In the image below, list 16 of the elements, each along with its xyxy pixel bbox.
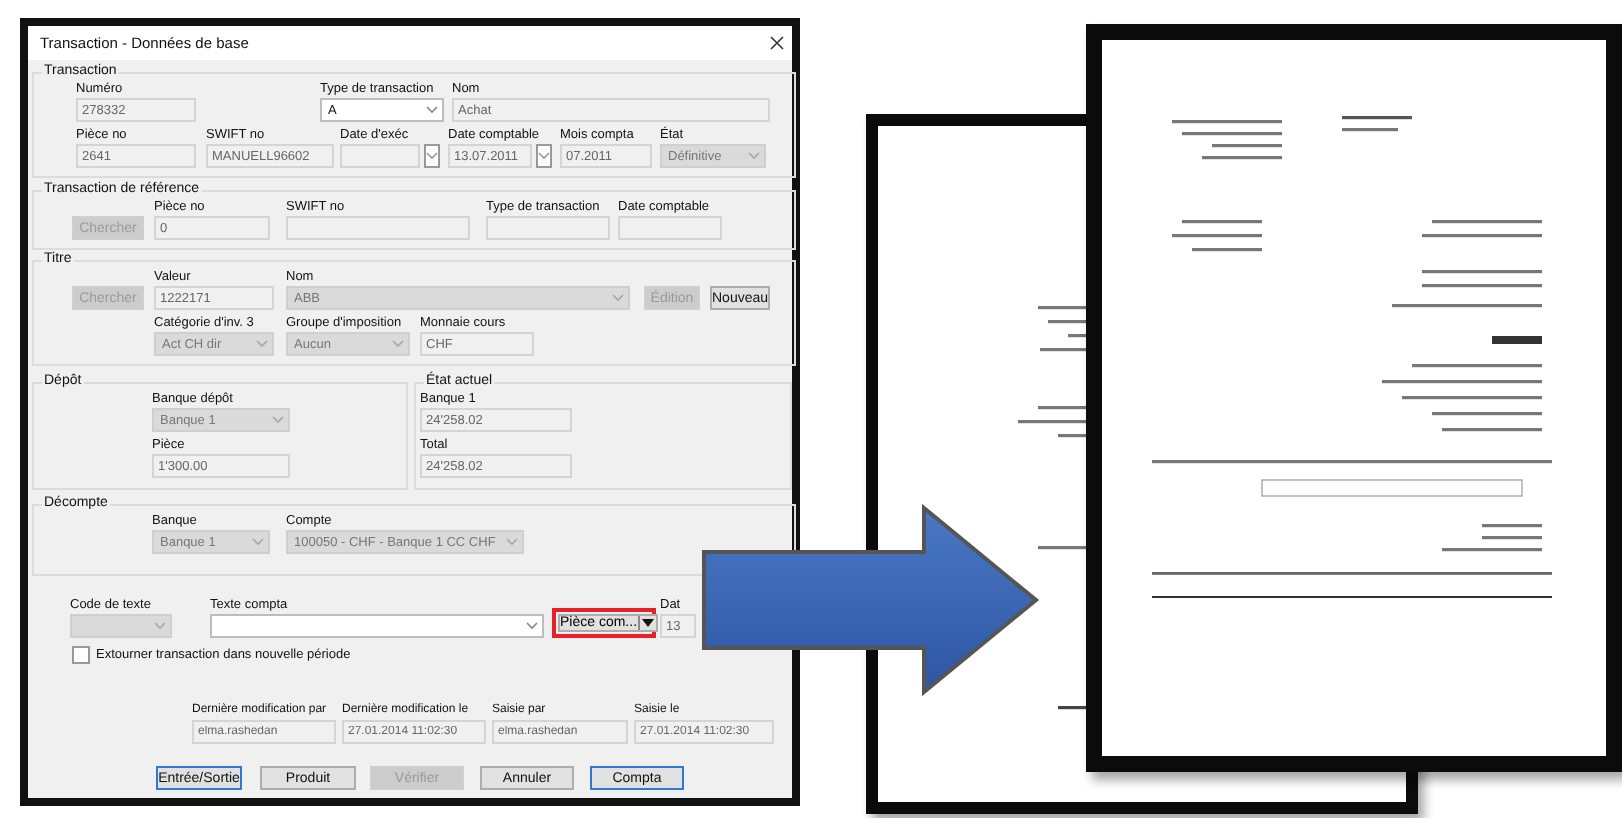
chevron-icon: [748, 152, 760, 160]
chevron-icon: [154, 622, 166, 630]
chevron-icon: [252, 538, 264, 546]
chevron-icon: [426, 152, 438, 160]
chevron-icon: [612, 294, 624, 302]
chevron-icon: [538, 152, 550, 160]
chevron-icon: [526, 622, 538, 630]
chevron-icon: [272, 416, 284, 424]
dropdown[interactable]: [210, 614, 544, 638]
chevron-icon: [392, 340, 404, 348]
chevron-icon: [426, 106, 438, 114]
close-icon[interactable]: [770, 36, 784, 50]
chevron-icon: [506, 538, 518, 546]
checkbox[interactable]: [72, 646, 90, 664]
chevron-icon: [256, 340, 268, 348]
dropdown-arrow-icon: [639, 618, 656, 628]
